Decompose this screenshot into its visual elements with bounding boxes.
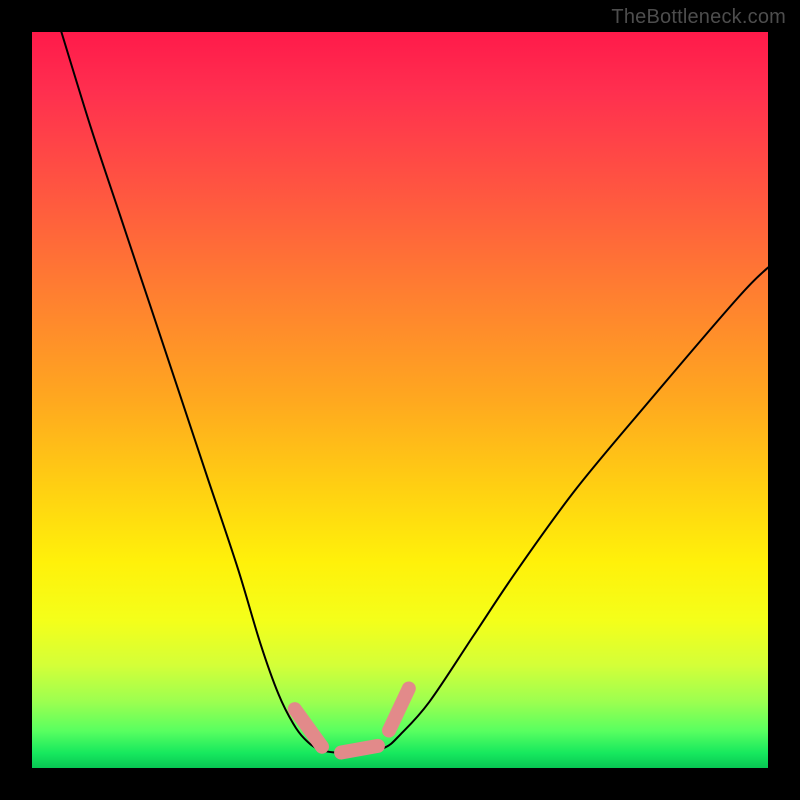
valley-marker-left (295, 709, 322, 747)
plot-gradient-area (32, 32, 768, 768)
curve-layer (32, 32, 768, 768)
valley-marker-right (389, 689, 409, 731)
bottleneck-curve-right (341, 268, 768, 754)
watermark-text: TheBottleneck.com (611, 6, 786, 29)
valley-marker-bottom (341, 746, 378, 753)
chart-frame: TheBottleneck.com (0, 0, 800, 800)
bottleneck-curve-left (61, 32, 341, 753)
